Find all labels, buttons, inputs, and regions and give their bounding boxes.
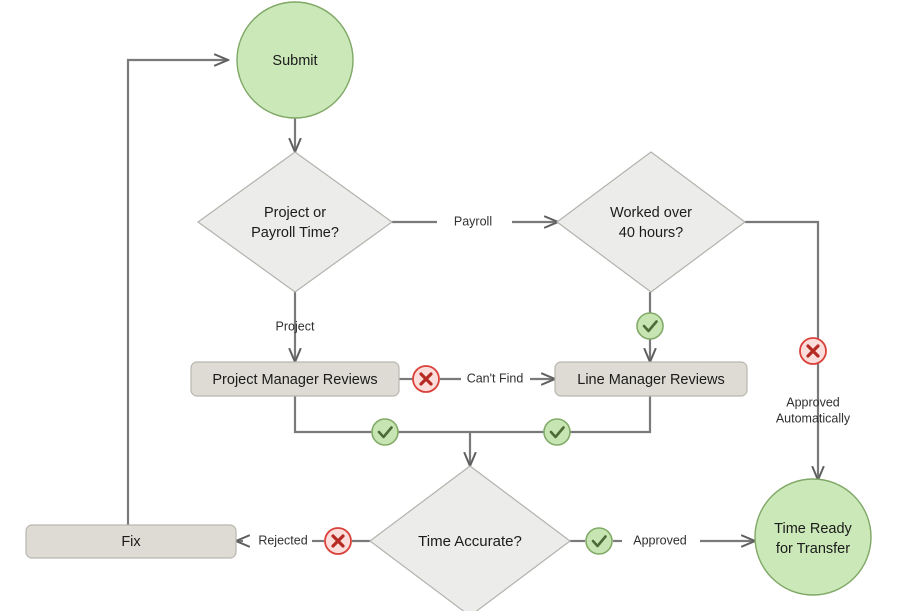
node-line-manager-reviews[interactable]: Line Manager Reviews [554, 361, 748, 397]
connector-fix-to-submit [126, 60, 228, 525]
worked-over-40-label-line1: Worked over [610, 205, 692, 221]
fix-label: Fix [121, 534, 141, 550]
line-manager-reviews-label: Line Manager Reviews [577, 372, 725, 388]
worked-over-40-label-line2: 40 hours? [619, 225, 684, 241]
check-circle-icon-bg [543, 418, 571, 446]
check-circle-icon-pm-approved[interactable] [371, 418, 399, 446]
time-accurate-label: Time Accurate? [418, 533, 522, 550]
flowchart-svg: Submit Project or Payroll Time? Worked o… [25, 1, 872, 611]
submit-label: Submit [272, 53, 317, 69]
edge-label-approved-automatically-line1: Approved [786, 395, 840, 409]
check-circle-icon-time-approved[interactable] [585, 527, 613, 555]
check-circle-icon-worked-over-40[interactable] [636, 312, 664, 340]
project-manager-reviews-label: Project Manager Reviews [212, 372, 377, 388]
check-circle-icon-bg [371, 418, 399, 446]
node-submit[interactable]: Submit [236, 1, 354, 119]
time-ready-label-line2: for Transfer [776, 541, 850, 557]
node-time-ready-for-transfer[interactable]: Time Ready for Transfer [754, 478, 872, 596]
node-project-manager-reviews[interactable]: Project Manager Reviews [190, 361, 400, 397]
edge-label-rejected: Rejected [258, 533, 307, 547]
edge-label-project: Project [276, 319, 315, 333]
check-circle-icon-bg [585, 527, 613, 555]
x-circle-icon-cant-find[interactable] [412, 365, 440, 393]
edge-label-payroll: Payroll [454, 214, 492, 228]
edge-label-approved-automatically-line2: Automatically [776, 411, 851, 425]
check-circle-icon-bg [636, 312, 664, 340]
project-or-payroll-label-line2: Payroll Time? [251, 225, 339, 241]
time-ready-circle[interactable] [754, 478, 872, 596]
edge-label-approved: Approved [633, 533, 687, 547]
check-circle-icon-lm-approved[interactable] [543, 418, 571, 446]
x-circle-icon-rejected[interactable] [324, 527, 352, 555]
time-ready-label-line1: Time Ready [774, 521, 852, 537]
node-fix[interactable]: Fix [25, 524, 237, 559]
edge-label-cant-find: Can't Find [467, 371, 524, 385]
node-time-accurate-decision[interactable]: Time Accurate? [369, 465, 571, 611]
node-worked-over-40-decision[interactable]: Worked over 40 hours? [555, 151, 747, 293]
node-project-or-payroll-decision[interactable]: Project or Payroll Time? [196, 151, 394, 293]
project-or-payroll-diamond[interactable] [196, 151, 394, 293]
flowchart-canvas: Submit Project or Payroll Time? Worked o… [0, 0, 900, 611]
project-or-payroll-label-line1: Project or [264, 205, 326, 221]
x-circle-icon-approved-automatically[interactable] [799, 337, 827, 365]
worked-over-40-diamond[interactable] [555, 151, 747, 293]
